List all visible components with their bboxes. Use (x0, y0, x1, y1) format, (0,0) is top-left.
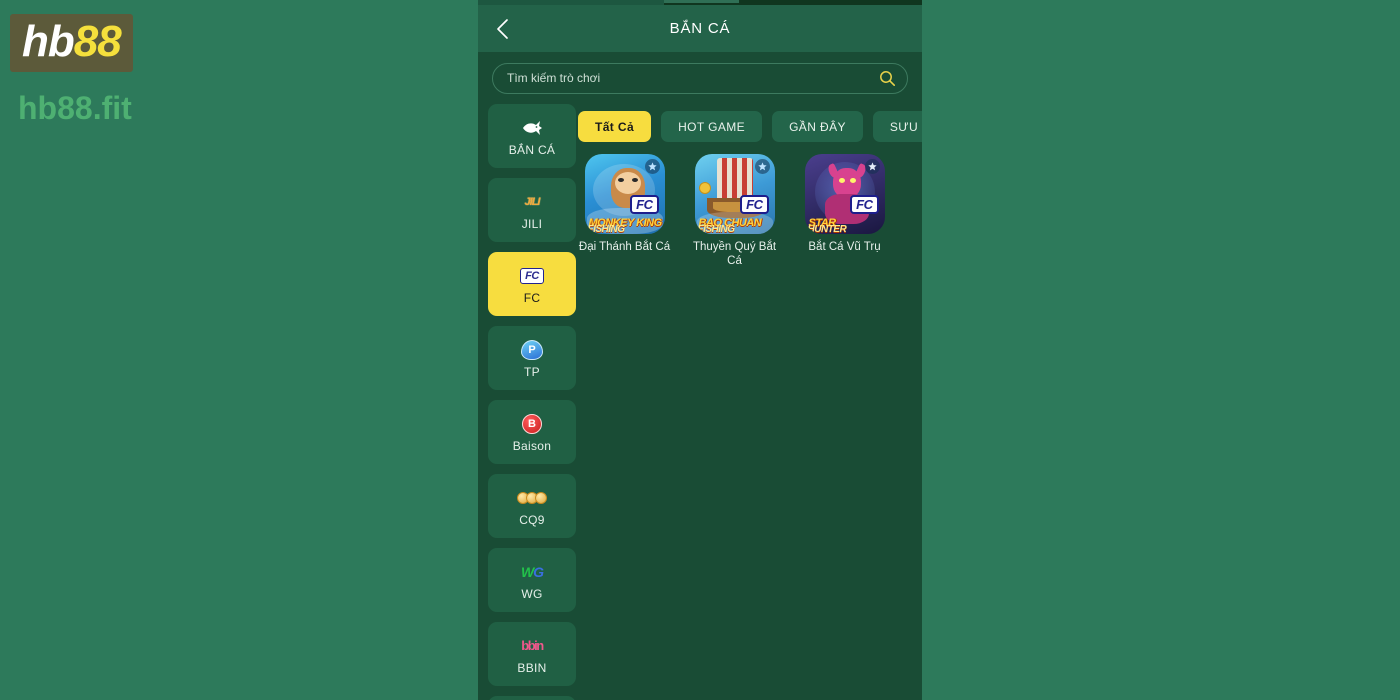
game-thumbnail[interactable]: STAR HUNTER FC (804, 154, 885, 234)
sidebar-item-label: WG (521, 586, 543, 601)
game-card[interactable]: BAO CHUAN FISHING FC Thuyền Quý Bắt Cá (688, 154, 781, 268)
tab-tat-ca[interactable]: Tất Cả (578, 111, 652, 142)
bbin-logo-icon: bbin (521, 638, 544, 653)
sidebar-item-label: Baison (512, 438, 552, 453)
games-column: Tất Cả HOT GAME GẦN ĐÂY SƯU MONKEY KING … (578, 104, 922, 700)
hb88-logo-text: hb88 (22, 17, 122, 66)
sidebar-item-ban-ca[interactable]: BẮN CÁ (488, 104, 576, 168)
sidebar-item-label: JILI (521, 216, 543, 231)
game-thumbnail[interactable]: MONKEY KING FISHING FC (584, 154, 665, 234)
provider-tag: FC (850, 195, 879, 214)
mobile-app-panel: BẮN CÁ BẮN CÁ (478, 0, 922, 700)
tab-gan-day[interactable]: GẦN ĐÂY (772, 111, 863, 142)
provider-sidebar[interactable]: BẮN CÁ JILI JILI FC FC P TP B Baison CQ9… (478, 104, 578, 700)
page-title: BẮN CÁ (669, 20, 731, 37)
game-art-subtitle: FISHING (697, 224, 736, 234)
provider-tag: FC (740, 195, 769, 214)
sidebar-item-label: FC (523, 290, 541, 305)
search-box[interactable] (492, 62, 908, 94)
game-art-subtitle: HUNTER (807, 224, 847, 234)
sidebar-item-fc[interactable]: FC FC (488, 252, 576, 316)
tp-logo-icon: P (521, 338, 543, 362)
jili-logo-icon: JILI (524, 195, 541, 208)
game-thumbnail[interactable]: BAO CHUAN FISHING FC (694, 154, 775, 234)
back-button[interactable] (478, 5, 526, 52)
fc-logo-icon: FC (520, 264, 544, 288)
app-header: BẮN CÁ (478, 5, 922, 52)
sidebar-item-baison[interactable]: B Baison (488, 400, 576, 464)
baison-logo-icon: B (522, 412, 542, 436)
sidebar-item-next[interactable] (488, 696, 576, 700)
wg-logo-icon: WG (520, 563, 544, 580)
search-input[interactable] (507, 71, 877, 85)
sidebar-item-tp[interactable]: P TP (488, 326, 576, 390)
logo-hb-part: hb (22, 17, 75, 66)
provider-tag: FC (630, 195, 659, 214)
sidebar-item-cq9[interactable]: CQ9 (488, 474, 576, 538)
tab-hot-game[interactable]: HOT GAME (661, 111, 763, 142)
game-art-subtitle: FISHING (587, 224, 626, 234)
content-area: BẮN CÁ JILI JILI FC FC P TP B Baison CQ9… (478, 104, 922, 700)
search-bar (478, 52, 922, 104)
tab-suu-tap[interactable]: SƯU (872, 111, 922, 142)
star-badge-icon[interactable] (864, 159, 880, 174)
chevron-left-icon (495, 18, 509, 40)
game-card[interactable]: MONKEY KING FISHING FC Đại Thánh Bắt Cá (578, 154, 671, 268)
sidebar-item-label: TP (524, 364, 540, 379)
brand-domain-text: hb88.fit (18, 90, 132, 126)
game-title: Thuyền Quý Bắt Cá (692, 241, 777, 267)
logo-88-part: 88 (73, 17, 122, 66)
brand-block: hb88 hb88.fit (10, 14, 310, 127)
sidebar-item-label: CQ9 (519, 512, 545, 527)
game-title: Bắt Cá Vũ Trụ (808, 241, 881, 253)
fish-icon (521, 116, 543, 140)
sidebar-item-bbin[interactable]: bbin BBIN (488, 622, 576, 686)
game-card[interactable]: STAR HUNTER FC Bắt Cá Vũ Trụ (798, 154, 891, 268)
category-tabs[interactable]: Tất Cả HOT GAME GẦN ĐÂY SƯU (578, 104, 922, 154)
star-badge-icon[interactable] (754, 159, 770, 174)
sidebar-item-label: BBIN (517, 660, 547, 675)
status-bar-highlight (664, 0, 739, 3)
search-icon[interactable] (877, 68, 897, 88)
game-title: Đại Thánh Bắt Cá (578, 241, 671, 253)
sidebar-item-wg[interactable]: WG WG (488, 548, 576, 612)
cq9-logo-icon (517, 486, 547, 510)
hb88-logo: hb88 (10, 14, 133, 72)
sidebar-item-label: BẮN CÁ (508, 142, 556, 157)
sidebar-item-jili[interactable]: JILI JILI (488, 178, 576, 242)
game-grid: MONKEY KING FISHING FC Đại Thánh Bắt Cá (578, 154, 922, 268)
star-badge-icon[interactable] (644, 159, 660, 174)
